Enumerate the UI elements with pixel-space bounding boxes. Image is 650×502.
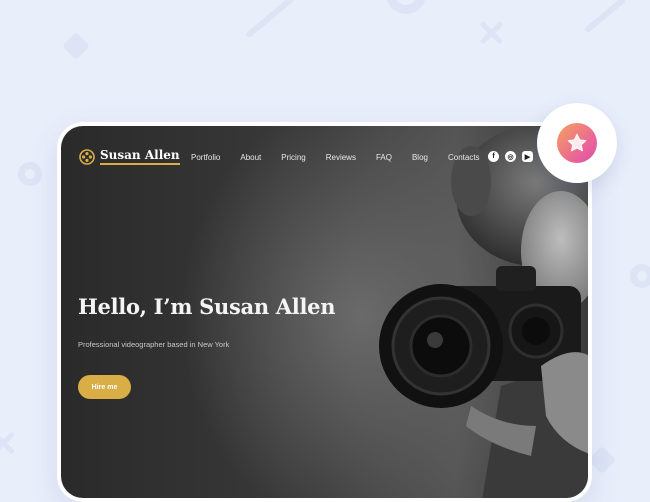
decorative-cross (478, 20, 504, 46)
badge-circle (557, 123, 597, 163)
featured-badge (537, 103, 617, 183)
hero-screen: Susan Allen Portfolio About Pricing Revi… (61, 126, 588, 498)
decorative-line (245, 0, 295, 39)
hire-me-button[interactable]: Hire me (78, 375, 131, 399)
decorative-diamond (61, 31, 91, 61)
nav-item-pricing[interactable]: Pricing (281, 153, 305, 162)
hero-photo (379, 126, 588, 498)
nav-item-contacts[interactable]: Contacts (448, 153, 480, 162)
nav-item-faq[interactable]: FAQ (376, 153, 392, 162)
hero-title: Hello, I’m Susan Allen (78, 294, 336, 319)
decorative-ring (18, 162, 42, 186)
nav-item-about[interactable]: About (240, 153, 261, 162)
nav-item-reviews[interactable]: Reviews (326, 153, 356, 162)
browser-window: Susan Allen Portfolio About Pricing Revi… (57, 122, 592, 502)
nav-item-portfolio[interactable]: Portfolio (191, 153, 220, 162)
film-reel-icon (79, 148, 95, 165)
brand-name: Susan Allen (100, 148, 180, 165)
instagram-icon[interactable]: ◎ (505, 151, 516, 162)
star-icon (567, 133, 587, 152)
decorative-ring (386, 0, 426, 14)
nav-item-blog[interactable]: Blog (412, 153, 428, 162)
brand-logo[interactable]: Susan Allen (79, 148, 180, 165)
main-nav: Portfolio About Pricing Reviews FAQ Blog… (191, 153, 500, 162)
decorative-ring (630, 264, 650, 288)
social-links: f ◎ ▶ (488, 151, 533, 162)
hero-subtitle: Professional videographer based in New Y… (78, 340, 230, 349)
decorative-diamond (587, 445, 617, 475)
facebook-icon[interactable]: f (488, 151, 499, 162)
decorative-line (583, 0, 627, 34)
youtube-icon[interactable]: ▶ (522, 151, 533, 162)
decorative-cross (0, 430, 16, 456)
